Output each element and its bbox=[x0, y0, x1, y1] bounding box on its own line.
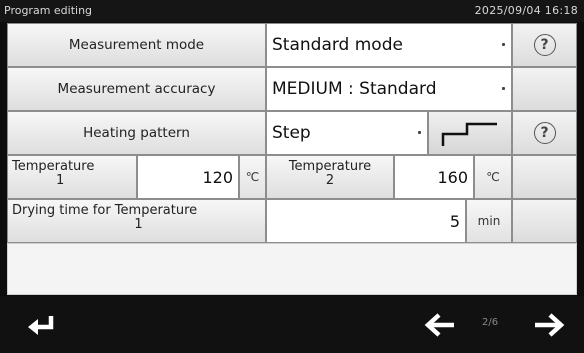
measurement-mode-label: Measurement mode bbox=[7, 23, 266, 67]
dropdown-dot-icon bbox=[418, 131, 421, 134]
temperature-2-unit-text: ℃ bbox=[486, 170, 500, 184]
help-icon: ? bbox=[533, 122, 556, 144]
empty-area bbox=[7, 243, 577, 295]
measurement-accuracy-label: Measurement accuracy bbox=[7, 67, 266, 111]
temperature-1-label-line1: Temperature bbox=[12, 159, 95, 174]
drying-time-label: Drying time for Temperature 1 bbox=[7, 199, 266, 243]
return-icon bbox=[28, 315, 54, 335]
right-arrow-icon bbox=[535, 312, 565, 337]
temperature-2-input[interactable]: 160 bbox=[394, 155, 474, 199]
measurement-accuracy-select[interactable]: MEDIUM : Standard bbox=[266, 67, 512, 111]
temperature-1-label: Temperature 1 bbox=[7, 155, 137, 199]
screen-title: Program editing bbox=[4, 4, 93, 17]
temperature-1-unit-text: ℃ bbox=[245, 170, 260, 184]
drying-time-unit: min bbox=[466, 199, 512, 243]
next-page-button[interactable] bbox=[514, 296, 584, 353]
temperature-row-placeholder bbox=[512, 155, 577, 199]
title-bar: Program editing 2025/09/04 16:18 bbox=[0, 0, 584, 22]
measurement-mode-value: Standard mode bbox=[272, 35, 403, 55]
temperature-1-unit: ℃ bbox=[239, 155, 266, 199]
heating-pattern-label-text: Heating pattern bbox=[83, 124, 190, 141]
measurement-accuracy-value: MEDIUM : Standard bbox=[272, 79, 437, 99]
page-indicator: 2/6 bbox=[482, 317, 499, 328]
temperature-2-value: 160 bbox=[437, 167, 468, 187]
bottom-nav-bar: 2/6 bbox=[0, 296, 584, 353]
temperature-2-label: Temperature 2 bbox=[266, 155, 394, 199]
measurement-mode-select[interactable]: Standard mode bbox=[266, 23, 512, 67]
drying-row-placeholder bbox=[512, 199, 577, 243]
measurement-mode-label-text: Measurement mode bbox=[68, 36, 205, 53]
heating-pattern-select[interactable]: Step bbox=[266, 111, 428, 155]
dropdown-dot-icon bbox=[502, 87, 505, 90]
drying-time-unit-text: min bbox=[477, 214, 501, 228]
settings-panel: Measurement mode Standard mode ? Measure… bbox=[7, 23, 577, 295]
datetime: 2025/09/04 16:18 bbox=[474, 4, 578, 17]
dropdown-dot-icon bbox=[502, 43, 505, 46]
drying-time-label-line1: Drying time for Temperature bbox=[12, 203, 198, 218]
heating-pattern-value: Step bbox=[272, 123, 311, 143]
previous-page-button[interactable] bbox=[405, 296, 475, 353]
drying-time-label-line2: 1 bbox=[134, 216, 143, 232]
measurement-mode-help-button[interactable]: ? bbox=[512, 23, 577, 67]
heating-pattern-label: Heating pattern bbox=[7, 111, 266, 155]
temperature-1-input[interactable]: 120 bbox=[137, 155, 239, 199]
drying-time-value: 5 bbox=[449, 211, 460, 231]
heating-pattern-help-button[interactable]: ? bbox=[512, 111, 577, 155]
left-arrow-icon bbox=[424, 312, 454, 337]
temperature-2-label-line1: Temperature bbox=[288, 159, 372, 174]
measurement-accuracy-label-text: Measurement accuracy bbox=[57, 80, 216, 97]
help-icon: ? bbox=[533, 34, 556, 56]
step-pattern-preview bbox=[428, 111, 512, 155]
temperature-2-label-line2: 2 bbox=[325, 172, 335, 188]
temperature-1-label-line2: 1 bbox=[56, 172, 65, 188]
drying-time-input[interactable]: 5 bbox=[266, 199, 466, 243]
temperature-2-unit: ℃ bbox=[474, 155, 512, 199]
step-pattern-icon bbox=[441, 122, 497, 146]
accuracy-help-placeholder bbox=[512, 67, 577, 111]
return-button[interactable] bbox=[8, 296, 78, 353]
temperature-1-value: 120 bbox=[202, 167, 233, 187]
